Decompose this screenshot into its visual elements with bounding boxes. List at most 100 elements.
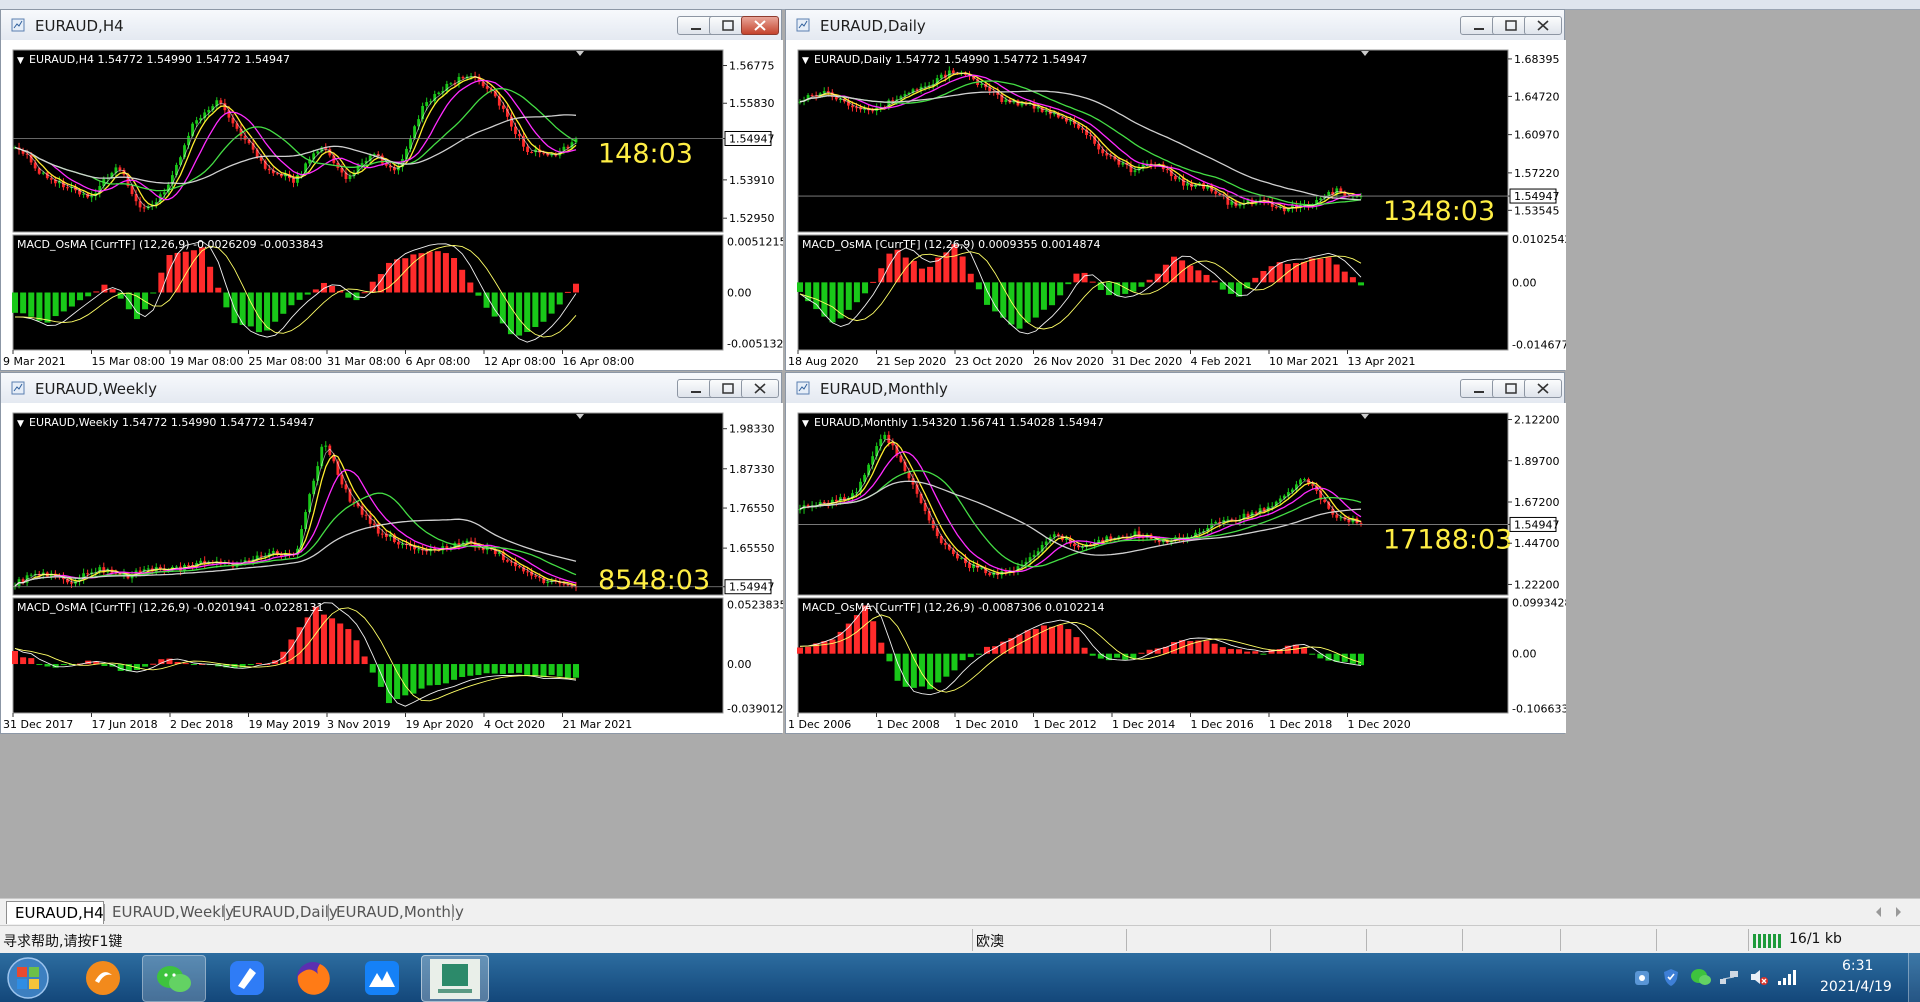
tab-euraud-weekly[interactable]: EURAUD,Weekly: [104, 901, 234, 924]
macd-histogram-bar: [1317, 258, 1324, 283]
feishu-icon[interactable]: [228, 959, 266, 997]
macd-histogram-bar: [1008, 282, 1015, 325]
status-separator: [1748, 929, 1749, 951]
time-axis-label: 18 Aug 2020: [788, 355, 858, 368]
window-titlebar[interactable]: EURAUD,Weekly: [1, 373, 781, 403]
macd-histogram-bar: [247, 664, 254, 666]
candle-body: [324, 445, 328, 447]
candle-body: [1238, 204, 1242, 207]
candle-body: [1004, 99, 1008, 102]
macd-histogram-bar: [20, 292, 27, 314]
taskbar-wechat-button[interactable]: [142, 955, 206, 1002]
macd-histogram-bar: [796, 282, 804, 292]
chart-window-monthly[interactable]: EURAUD,Monthly ▼ EURAUD,Monthly 1.54320 1…: [785, 372, 1566, 734]
macd-histogram-bar: [353, 640, 360, 665]
show-desktop-button[interactable]: [1908, 953, 1920, 1002]
time-axis-label: 17 Jun 2018: [92, 718, 158, 731]
chart-area[interactable]: ▼ EURAUD,Daily 1.54772 1.54990 1.54772 1.…: [786, 40, 1566, 370]
candle-body: [417, 549, 420, 551]
macd-histogram-bar: [975, 282, 982, 290]
time-axis-label: 23 Oct 2020: [955, 355, 1023, 368]
macd-histogram-bar: [1357, 282, 1365, 286]
macd-histogram-bar: [1260, 653, 1267, 655]
macd-histogram-bar: [1089, 281, 1096, 283]
macd-histogram-bar: [1089, 653, 1096, 656]
signal-strength-icon[interactable]: [1776, 967, 1798, 987]
macd-histogram-bar: [564, 664, 571, 679]
candle-body: [380, 533, 384, 535]
start-orb-icon[interactable]: [6, 956, 50, 1000]
macd-histogram-bar: [207, 266, 214, 293]
candle-body: [1186, 183, 1189, 186]
macd-histogram-bar: [280, 292, 287, 314]
macd-histogram-bar: [1236, 649, 1243, 654]
price-axis-label: 1.64720: [1514, 90, 1560, 103]
macd-histogram-bar: [845, 282, 852, 310]
macd-histogram-bar: [1065, 282, 1072, 285]
macd-histogram-bar: [475, 664, 482, 676]
tab-euraud-monthly[interactable]: EURAUD,Monthly: [328, 901, 464, 924]
firefox-icon[interactable]: [294, 959, 332, 997]
close-button[interactable]: [741, 16, 779, 35]
clock-time[interactable]: 6:31: [1842, 958, 1873, 974]
network-icon[interactable]: [1718, 967, 1740, 987]
network-shield-icon[interactable]: [1632, 967, 1652, 987]
macd-histogram-bar: [572, 283, 580, 293]
close-button[interactable]: [741, 379, 779, 398]
chart-window-weekly[interactable]: EURAUD,Weekly ▼ EURAUD,Weekly 1.54772 1.5…: [0, 372, 783, 734]
macd-axis-label: -0.0146778: [1512, 338, 1566, 351]
taskbar-metatrader-button[interactable]: [421, 955, 489, 1002]
macd-axis-label: 0.00: [1512, 648, 1537, 661]
macd-histogram-bar: [329, 285, 336, 293]
chart-window-daily[interactable]: EURAUD,Daily ▼ EURAUD,Daily 1.54772 1.549…: [785, 9, 1566, 371]
macd-histogram-bar: [967, 653, 974, 658]
macd-histogram-bar: [829, 282, 836, 323]
macd-histogram-bar: [296, 292, 303, 300]
wechat-tray-icon[interactable]: [1690, 967, 1712, 987]
macd-histogram-bar: [1301, 262, 1308, 283]
clock-date[interactable]: 2021/4/19: [1820, 979, 1892, 995]
window-titlebar[interactable]: EURAUD,Daily: [786, 10, 1564, 40]
chart-area[interactable]: ▼ EURAUD,Monthly 1.54320 1.56741 1.54028 …: [786, 403, 1566, 733]
window-titlebar[interactable]: EURAUD,H4: [1, 10, 781, 40]
close-button[interactable]: [1524, 379, 1562, 398]
macd-histogram-bar: [198, 247, 206, 293]
chart-window-h4[interactable]: EURAUD,H4 ▼ EURAUD,H4 1.54772 1.54990 1.5…: [0, 9, 783, 371]
candle-body: [401, 544, 404, 546]
lark-docs-icon[interactable]: [363, 959, 401, 997]
candle-body: [542, 152, 546, 154]
status-symbol: 欧澳: [976, 934, 1004, 950]
macd-histogram-bar: [572, 664, 580, 678]
macd-histogram-bar: [451, 257, 458, 293]
chart-area[interactable]: ▼ EURAUD,H4 1.54772 1.54990 1.54772 1.549…: [1, 40, 783, 370]
close-button[interactable]: [1524, 16, 1562, 35]
macd-histogram-bar: [1203, 274, 1210, 283]
price-axis-label: 1.54947: [729, 132, 775, 145]
tab-scroll-arrows-icon[interactable]: [1874, 906, 1904, 918]
macd-histogram-bar: [1057, 282, 1064, 296]
macd-histogram-bar: [1032, 282, 1039, 318]
close-icon: [754, 383, 766, 394]
chart-area[interactable]: ▼ EURAUD,Weekly 1.54772 1.54990 1.54772 1…: [1, 403, 783, 733]
macd-histogram-bar: [1146, 279, 1153, 283]
security-shield-icon[interactable]: [1661, 967, 1681, 987]
close-icon: [754, 20, 766, 31]
indicator-menu-arrow-icon: ▼: [802, 419, 809, 429]
macd-histogram-bar: [524, 664, 531, 675]
macd-axis-label: -0.0390127: [727, 702, 783, 715]
tab-euraud-daily[interactable]: EURAUD,Daily: [224, 901, 338, 924]
macd-histogram-bar: [312, 289, 319, 293]
price-axis-label: 1.54947: [1514, 518, 1560, 531]
media-player-icon[interactable]: [84, 959, 122, 997]
window-titlebar[interactable]: EURAUD,Monthly: [786, 373, 1564, 403]
candle-body: [526, 146, 529, 153]
tab-euraud-h4[interactable]: EURAUD,H4: [6, 901, 104, 924]
macd-histogram-bar: [1130, 282, 1137, 292]
volume-muted-icon[interactable]: [1748, 967, 1770, 987]
macd-histogram-bar: [77, 292, 84, 301]
macd-histogram-bar: [532, 664, 539, 677]
candle-body: [175, 566, 178, 568]
candle-body: [1339, 517, 1343, 519]
macd-histogram-bar: [959, 256, 966, 283]
candle-body: [82, 193, 86, 195]
